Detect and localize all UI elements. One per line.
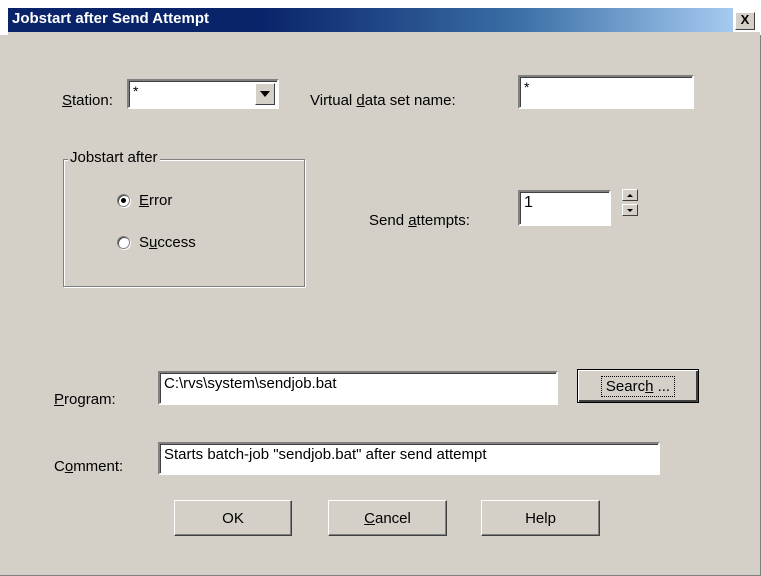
success-radio[interactable]: [117, 236, 130, 249]
dialog-body: Station: * Virtual data set name: * Jobs…: [8, 32, 760, 575]
dialog-window: Jobstart after Send Attempt X Station: *…: [0, 0, 761, 576]
program-input[interactable]: C:\rvs\system\sendjob.bat: [158, 371, 558, 405]
jobstart-group: [63, 159, 305, 287]
send-attempts-input[interactable]: 1: [518, 190, 611, 226]
search-button[interactable]: Search ...: [577, 369, 699, 403]
window-title: Jobstart after Send Attempt: [12, 10, 209, 27]
vdsn-label: Virtual data set name:: [310, 92, 456, 109]
vdsn-input[interactable]: *: [518, 75, 694, 109]
comment-input[interactable]: Starts batch-job "sendjob.bat" after sen…: [158, 442, 660, 475]
station-dropdown-button[interactable]: [255, 83, 275, 105]
jobstart-group-legend: Jobstart after: [68, 149, 160, 166]
station-label: Station:: [62, 92, 113, 109]
chevron-down-icon: [260, 91, 270, 97]
help-button[interactable]: Help: [481, 500, 600, 536]
send-attempts-label: Send attempts:: [369, 212, 470, 229]
error-radio-label[interactable]: Error: [139, 192, 172, 209]
arrow-up-icon: [627, 193, 633, 197]
success-radio-label[interactable]: Success: [139, 234, 196, 251]
close-button[interactable]: X: [735, 12, 755, 30]
title-bar: Jobstart after Send Attempt X: [0, 0, 761, 35]
spin-down-button[interactable]: [622, 204, 638, 216]
comment-label: Comment:: [54, 458, 124, 475]
station-combobox[interactable]: *: [127, 79, 279, 109]
spin-up-button[interactable]: [622, 189, 638, 201]
cancel-button[interactable]: Cancel: [328, 500, 447, 536]
station-value: *: [133, 83, 139, 99]
error-radio[interactable]: [117, 194, 130, 207]
arrow-down-icon: [627, 208, 633, 212]
search-button-label: Search ...: [600, 375, 676, 397]
ok-button[interactable]: OK: [174, 500, 292, 536]
program-label: Program:: [54, 391, 116, 408]
